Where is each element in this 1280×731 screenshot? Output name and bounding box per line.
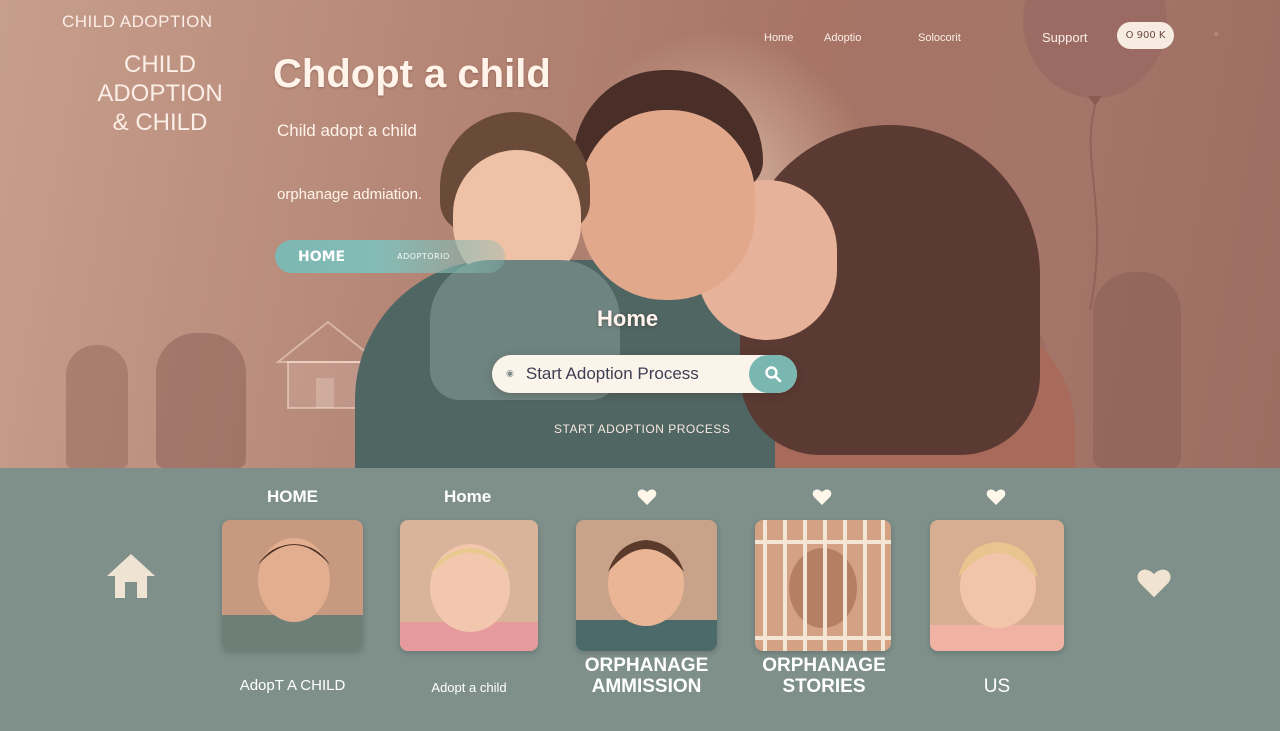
search-button[interactable] <box>749 355 797 393</box>
favorite-heart-icon[interactable] <box>1136 567 1172 599</box>
hero-subtitle: Child adopt a child <box>277 121 417 140</box>
nav-more-icon[interactable]: ◦ <box>1213 28 1220 41</box>
brand-line-1: CHILD <box>123 51 196 78</box>
card-orphanage-admission-image[interactable] <box>576 520 717 651</box>
search-lead-icon: ◉ <box>506 369 514 379</box>
card-label-adopt-child[interactable]: AdopT A CHILD <box>222 677 363 694</box>
hero-center-label: Home <box>597 306 659 331</box>
hero-subtitle-2: orphanage admiation. <box>277 186 423 203</box>
card-label-orphanage-stories[interactable]: ORPHANAGE STORIES <box>748 655 900 697</box>
card-label-us[interactable]: US <box>930 676 1064 698</box>
brand-logo-small[interactable]: CHILD ADOPTION <box>62 12 213 32</box>
card-label-line: AMMISSION <box>591 676 702 697</box>
card-orphanage-stories-image[interactable] <box>755 520 891 651</box>
child-silhouette-left <box>66 345 128 468</box>
search-input[interactable] <box>525 364 736 384</box>
card-label-adopt-child-2[interactable]: Adopt a child <box>400 680 538 695</box>
home-icon[interactable] <box>105 552 157 600</box>
brand-line-3: & CHILD <box>112 109 208 136</box>
card-adopt-child-image[interactable] <box>222 520 363 651</box>
search-icon <box>765 366 782 383</box>
hero-tab-pill: HOME ADOPTORIO <box>275 240 505 273</box>
child-silhouette-left-2 <box>156 333 246 468</box>
card-label-line: ORPHANAGE <box>584 655 709 676</box>
card-label-line: STORIES <box>782 676 866 697</box>
heart-icon <box>637 489 657 505</box>
nav-cta-button[interactable]: O 900 K <box>1117 22 1174 49</box>
brand-line-2: ADOPTION <box>97 80 223 107</box>
card-adopt-child-2-image[interactable] <box>400 520 538 651</box>
brand-logo-big[interactable]: CHILD ADOPTION & CHILD <box>70 50 250 137</box>
card-label-line: ORPHANAGE <box>762 655 886 676</box>
pill-home-button[interactable]: HOME <box>298 249 345 265</box>
strip-heading-home: HOME <box>267 487 318 506</box>
adoption-search-bar: ◉ <box>492 355 797 393</box>
pill-adoption-link[interactable]: ADOPTORIO <box>397 252 450 261</box>
start-adoption-caption[interactable]: START ADOPTION PROCESS <box>554 422 730 436</box>
heart-icon <box>812 489 832 505</box>
hero-banner: CHILD ADOPTION CHILD ADOPTION & CHILD Ho… <box>0 0 1280 468</box>
card-about-us-image[interactable] <box>930 520 1064 651</box>
card-label-orphanage-admission[interactable]: ORPHANAGE AMMISSION <box>571 655 722 697</box>
strip-heading-home-2: Home <box>444 487 492 506</box>
heart-icon <box>986 489 1006 505</box>
hero-title: Chdopt a child <box>273 52 551 96</box>
